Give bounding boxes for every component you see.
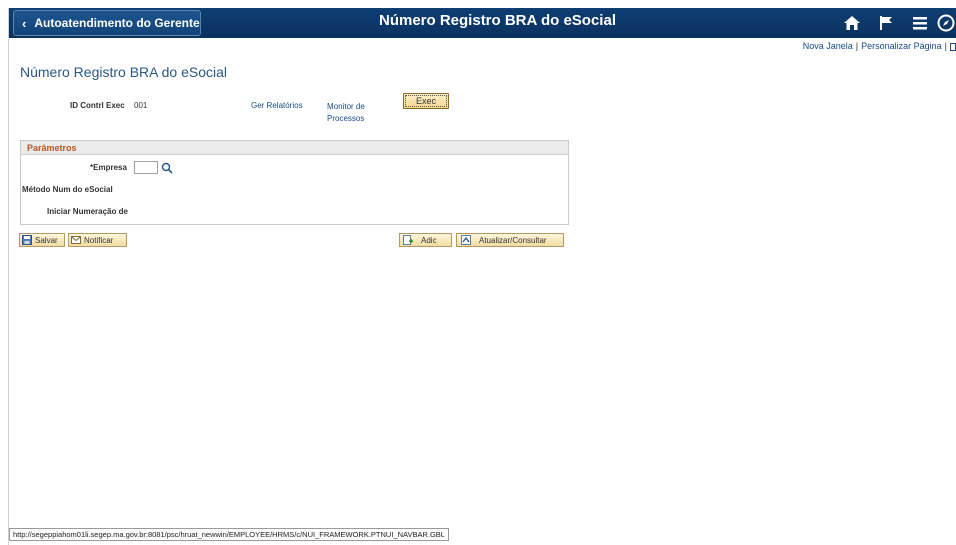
top-banner: ‹ Autoatendimento do Gerente Número Regi… [9,8,956,38]
home-icon[interactable] [835,8,869,38]
add-button[interactable]: Adic [399,233,452,247]
save-icon [22,235,32,245]
top-links: Nova Janela | Personalizar Página | [803,41,956,51]
add-icon [403,235,413,245]
status-bar-url: http://segeppiahom01li.segep.ma.gov.br:8… [9,528,449,541]
update-display-button[interactable]: Atualizar/Consultar [456,233,564,247]
back-button[interactable]: ‹ Autoatendimento do Gerente [13,10,201,36]
parameters-section: Parâmetros *Empresa Método Num do eSocia… [20,140,569,225]
parameters-header: Parâmetros [21,141,568,155]
nav-icons [835,8,956,38]
run-control-id-value: 001 [134,101,148,110]
search-icon[interactable] [161,161,173,174]
notify-icon [71,235,81,245]
banner-title: Número Registro BRA do eSocial [379,12,616,29]
new-window-link[interactable]: Nova Janela [803,41,853,51]
run-control-id-label: ID Contrl Exec [70,101,125,110]
metodo-label: Método Num do eSocial [22,185,113,194]
flag-icon[interactable] [869,8,903,38]
report-manager-link[interactable]: Ger Relatórios [251,101,303,110]
iniciar-label: Iniciar Numeração de [47,207,128,216]
chevron-left-icon: ‹ [22,15,27,31]
help-icon[interactable] [950,42,956,51]
notify-label: Notificar [84,235,114,245]
add-label: Adic [421,235,437,245]
link-separator: | [855,41,859,51]
back-button-label: Autoatendimento do Gerente [34,16,200,30]
empresa-label: *Empresa [90,163,127,172]
update-icon [461,235,471,245]
exec-button[interactable]: Exec [403,93,449,109]
empresa-input[interactable] [134,161,158,174]
link-separator: | [944,41,947,51]
notify-button[interactable]: Notificar [68,233,127,247]
update-label: Atualizar/Consultar [479,235,547,245]
process-monitor-link[interactable]: Monitor de Processos [327,101,375,125]
save-label: Salvar [35,235,58,245]
page-title: Número Registro BRA do eSocial [20,64,227,80]
page-frame: ‹ Autoatendimento do Gerente Número Regi… [8,8,956,545]
compass-icon[interactable] [937,8,956,38]
personalize-page-link[interactable]: Personalizar Página [861,41,942,51]
save-button[interactable]: Salvar [19,233,65,247]
menu-icon[interactable] [903,8,937,38]
